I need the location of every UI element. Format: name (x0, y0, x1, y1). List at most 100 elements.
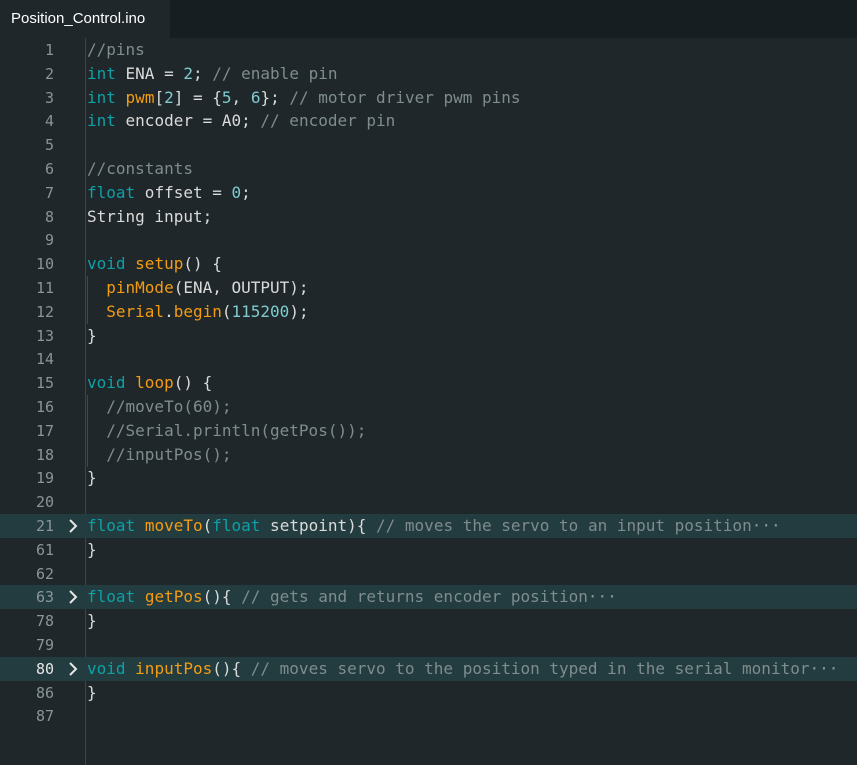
code-line[interactable]: 18 //inputPos(); (0, 442, 857, 467)
code-line[interactable]: 15 void loop() { (0, 371, 857, 395)
code-token: void (87, 254, 126, 274)
code-token: 115200 (231, 301, 290, 321)
code-token: 2 (164, 87, 174, 107)
code-line[interactable]: 4 int encoder = A0; // encoder pin (0, 109, 857, 133)
code-line[interactable]: 11 pinMode(ENA, OUTPUT); (0, 276, 857, 300)
code-line[interactable]: 14 (0, 347, 857, 371)
line-number: 3 (44, 88, 54, 107)
code-token: 0 (231, 182, 242, 202)
folded-ellipsis[interactable]: ··· (588, 587, 617, 606)
code-token: () { (173, 373, 213, 393)
code-text: //pins (87, 38, 145, 62)
code-text: Serial.begin(115200); (87, 300, 308, 324)
code-token: } (87, 468, 97, 488)
line-number: 8 (44, 207, 54, 226)
line-number: 61 (35, 540, 54, 559)
code-text: //Serial.println(getPos()); (87, 419, 366, 443)
code-token: setpoint){ (260, 516, 377, 535)
folded-ellipsis[interactable]: ··· (752, 516, 781, 535)
code-line[interactable]: 2 int ENA = 2; // enable pin (0, 62, 857, 86)
tab-bar: Position_Control.ino (0, 0, 857, 38)
code-line[interactable]: 63 float getPos(){ // gets and returns en… (0, 585, 857, 610)
code-line[interactable]: 13} (0, 324, 857, 348)
code-token: int (87, 87, 116, 107)
line-number: 14 (35, 350, 54, 369)
code-token: float (212, 516, 261, 535)
code-token: ( (202, 516, 213, 535)
code-text: void setup() { (87, 252, 222, 276)
code-line[interactable]: 78} (0, 609, 857, 633)
chevron-right-icon[interactable] (66, 514, 80, 538)
code-line[interactable]: 61} (0, 538, 857, 562)
line-number: 15 (35, 374, 54, 393)
code-text: //moveTo(60); (87, 395, 231, 419)
line-number: 63 (35, 588, 54, 607)
line-number: 6 (44, 160, 54, 178)
code-token: (){ (212, 658, 251, 678)
chevron-right-icon[interactable] (66, 657, 80, 681)
code-token: (){ (202, 587, 242, 607)
code-line[interactable]: 8 String input; (0, 205, 857, 229)
code-token: } (87, 325, 97, 345)
code-line[interactable]: 86} (0, 681, 857, 705)
code-line[interactable]: 21 float moveTo(float setpoint){ // moves… (0, 514, 857, 538)
code-line[interactable]: 17 //Serial.println(getPos()); (0, 418, 857, 443)
code-line[interactable]: 79 (0, 633, 857, 657)
code-token: }; (260, 87, 290, 107)
code-token: ; (241, 182, 251, 202)
code-token: int (87, 63, 116, 83)
code-line[interactable]: 12 Serial.begin(115200); (0, 299, 857, 324)
code-token: String input; (87, 206, 213, 226)
code-text: //constants (87, 157, 193, 181)
tab-position-control[interactable]: Position_Control.ino (0, 0, 170, 38)
code-token: // enable pin (212, 63, 338, 83)
code-line[interactable]: 9 (0, 228, 857, 252)
line-number: 12 (35, 302, 54, 321)
line-number: 4 (44, 112, 54, 131)
code-line[interactable]: 16 //moveTo(60); (0, 395, 857, 419)
code-editor[interactable]: 1//pins 2 int ENA = 2; // enable pin 3 int p… (0, 38, 857, 765)
code-line[interactable]: 20 (0, 490, 857, 514)
code-token: begin (173, 301, 222, 321)
code-line[interactable]: 5 (0, 133, 857, 157)
code-token: float (87, 516, 136, 535)
code-token: . (164, 301, 174, 321)
code-token: moveTo (144, 516, 203, 535)
code-line[interactable]: 3 int pwm[2] = {5, 6}; // motor driver pw… (0, 86, 857, 110)
code-text: float moveTo(float setpoint){ // moves t… (87, 514, 781, 538)
code-text: void inputPos(){ // moves servo to the p… (87, 657, 838, 681)
code-token: float (87, 587, 136, 607)
line-number: 80 (35, 659, 54, 678)
code-line[interactable]: 19} (0, 466, 857, 490)
line-number: 87 (35, 707, 54, 726)
code-text: pinMode(ENA, OUTPUT); (87, 276, 308, 300)
code-token: void (87, 658, 126, 678)
code-line[interactable]: 62 (0, 562, 857, 586)
chevron-right-icon[interactable] (66, 585, 80, 609)
code-line[interactable]: 80 void inputPos(){ // moves servo to the… (0, 656, 857, 681)
code-line[interactable]: 7 float offset = 0; (0, 181, 857, 205)
code-token: () { (183, 254, 222, 274)
code-text: void loop() { (87, 371, 212, 395)
code-line[interactable]: 10 void setup() { (0, 252, 857, 276)
code-token: } (87, 611, 97, 631)
line-number: 86 (35, 683, 54, 702)
code-token: // moves servo to the position typed in … (250, 658, 810, 678)
line-number: 17 (35, 421, 54, 440)
code-line[interactable]: 6 //constants (0, 157, 857, 181)
code-token: offset = (135, 182, 232, 202)
code-line[interactable]: 87 (0, 704, 857, 728)
code-token: setup (135, 254, 184, 274)
folded-ellipsis[interactable]: ··· (809, 659, 838, 678)
code-token: // motor driver pwm pins (289, 87, 521, 107)
line-number: 19 (35, 469, 54, 488)
code-line[interactable]: 1 //pins (0, 38, 857, 62)
